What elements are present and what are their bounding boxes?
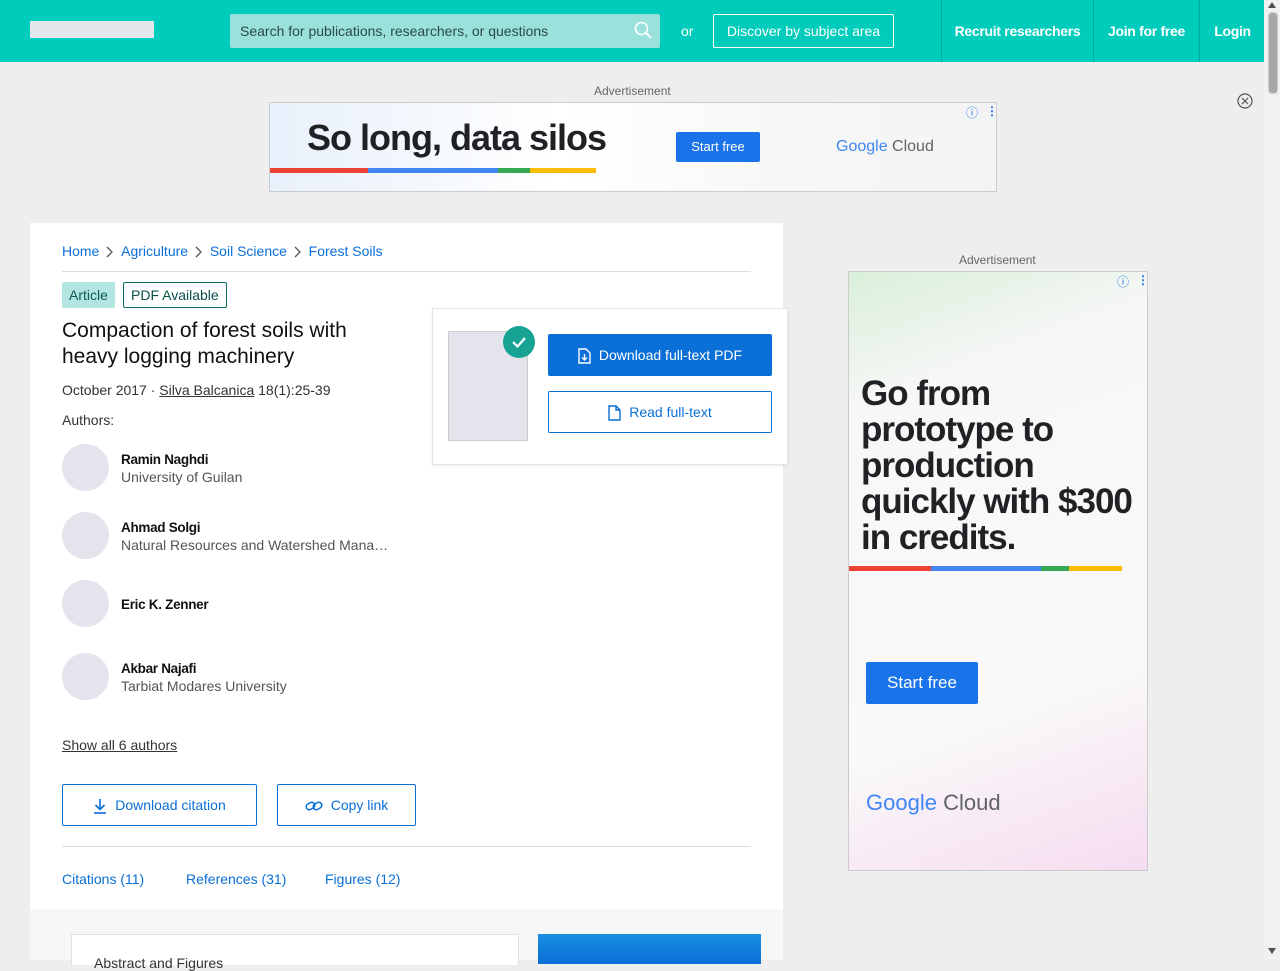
publication-date: October 2017 [62, 382, 147, 398]
side-banner-ad[interactable]: ⓘ ⋮ Go from prototype to production quic… [848, 271, 1148, 871]
ad-label-side: Advertisement [959, 253, 1036, 267]
ad-headline: So long, data silos [307, 117, 607, 158]
login-link[interactable]: Login [1199, 0, 1265, 62]
google-cloud-logo: Google Cloud [866, 790, 1001, 816]
cloud-wordmark: Cloud [943, 790, 1001, 815]
document-icon [608, 405, 621, 421]
join-for-free-link[interactable]: Join for free [1093, 0, 1199, 62]
search-input[interactable] [230, 14, 630, 48]
scroll-up-arrow-icon[interactable] [1268, 2, 1276, 8]
link-icon [305, 801, 323, 811]
ad-start-free-button[interactable]: Start free [676, 132, 760, 162]
author-name[interactable]: Akbar Najafi [121, 661, 196, 676]
read-full-text-button[interactable]: Read full-text [548, 391, 772, 433]
ad-menu-icon[interactable]: ⋮ [1137, 273, 1147, 287]
tab-citations[interactable]: Citations (11) [62, 871, 144, 887]
download-pdf-button[interactable]: Download full-text PDF [548, 334, 772, 376]
avatar[interactable] [62, 444, 109, 491]
top-banner-ad[interactable]: So long, data silos Start free Google Cl… [269, 102, 997, 192]
download-panel: Download full-text PDF Read full-text [432, 308, 788, 465]
chevron-right-icon [106, 246, 114, 258]
copy-link-button[interactable]: Copy link [277, 784, 416, 826]
close-ad-icon[interactable] [1237, 93, 1253, 109]
download-pdf-label: Download full-text PDF [598, 347, 743, 363]
recruit-researchers-link[interactable]: Recruit researchers [941, 0, 1093, 62]
article-title: Compaction of forest soils with heavy lo… [62, 319, 347, 368]
search-box[interactable] [230, 14, 660, 48]
checkmark-icon [512, 337, 526, 349]
author-affiliation: University of Guilan [121, 469, 243, 485]
discover-subject-button[interactable]: Discover by subject area [713, 14, 894, 48]
journal-volume: 18(1):25-39 [258, 382, 331, 398]
ad-info-icon[interactable]: ⓘ [1117, 273, 1129, 290]
divider [62, 271, 751, 272]
author-affiliation: Natural Resources and Watershed Manag... [121, 537, 391, 553]
page-scrollbar[interactable] [1264, 0, 1280, 960]
read-full-text-label: Read full-text [629, 404, 712, 420]
author-item[interactable]: Ahmad Solgi Natural Resources and Waters… [62, 512, 402, 560]
tab-figures[interactable]: Figures (12) [325, 871, 400, 887]
pdf-download-icon [578, 348, 591, 364]
author-name[interactable]: Eric K. Zenner [121, 597, 209, 612]
ad-color-bars [849, 566, 1122, 571]
ad-menu-icon[interactable]: ⋮ [986, 104, 996, 118]
breadcrumb-home[interactable]: Home [62, 243, 99, 259]
abstract-heading: Abstract and Figures [94, 955, 224, 971]
copy-link-label: Copy link [330, 797, 389, 813]
pdf-available-badge: PDF Available [123, 282, 227, 308]
author-item[interactable]: Akbar Najafi Tarbiat Modares University [62, 653, 402, 701]
meta-separator: · [150, 382, 156, 398]
author-item[interactable]: Ramin Naghdi University of Guilan [62, 444, 402, 492]
ad-info-icon[interactable]: ⓘ [966, 104, 978, 121]
check-badge [503, 326, 535, 358]
avatar[interactable] [62, 653, 109, 700]
show-all-authors-link[interactable]: Show all 6 authors [62, 737, 177, 753]
breadcrumb: Home Agriculture Soil Science Forest Soi… [62, 243, 383, 259]
article-type-badge: Article [62, 282, 115, 308]
author-item[interactable]: Eric K. Zenner [62, 580, 402, 628]
journal-link[interactable]: Silva Balcanica [159, 382, 254, 398]
breadcrumb-soil-science[interactable]: Soil Science [210, 243, 287, 259]
top-navigation-bar: or Discover by subject area Recruit rese… [0, 0, 1264, 62]
abstract-section: Abstract and Figures [71, 934, 519, 971]
download-icon [94, 799, 107, 815]
publication-meta: October 2017 · Silva Balcanica 18(1):25-… [62, 382, 331, 398]
google-wordmark: Google [836, 138, 888, 155]
author-name[interactable]: Ahmad Solgi [121, 520, 201, 535]
ad-headline: Go from prototype to production quickly … [861, 374, 1133, 557]
breadcrumb-forest-soils[interactable]: Forest Soils [309, 243, 383, 259]
chevron-right-icon [195, 246, 202, 258]
ad-start-free-button[interactable]: Start free [866, 662, 978, 704]
download-citation-label: Download citation [115, 797, 226, 813]
chevron-right-icon [294, 246, 301, 258]
tab-references[interactable]: References (31) [186, 871, 286, 887]
google-wordmark: Google [866, 790, 937, 815]
scrollbar-thumb[interactable] [1268, 12, 1278, 94]
scroll-down-arrow-icon[interactable] [1268, 948, 1276, 954]
divider [62, 846, 751, 847]
ad-label-top: Advertisement [594, 84, 671, 98]
authors-label: Authors: [62, 412, 115, 428]
ad-color-bars [270, 168, 596, 173]
search-icon[interactable] [634, 21, 652, 39]
or-label: or [681, 23, 694, 39]
google-cloud-logo: Google Cloud [836, 138, 934, 156]
avatar[interactable] [62, 512, 109, 559]
breadcrumb-agriculture[interactable]: Agriculture [121, 243, 188, 259]
site-logo[interactable] [30, 21, 154, 38]
author-affiliation: Tarbiat Modares University [121, 678, 287, 694]
author-name[interactable]: Ramin Naghdi [121, 452, 208, 467]
download-citation-button[interactable]: Download citation [62, 784, 257, 826]
cloud-wordmark: Cloud [892, 138, 934, 155]
avatar[interactable] [62, 580, 109, 627]
